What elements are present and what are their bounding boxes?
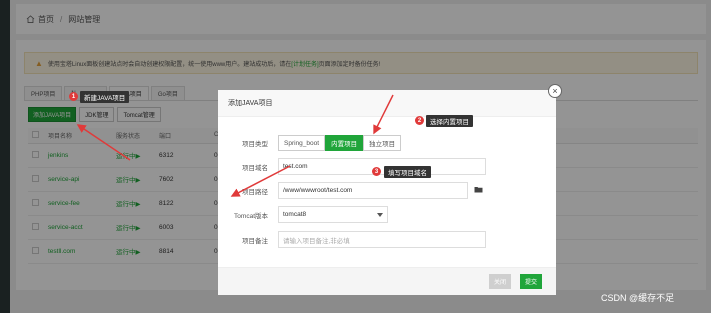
project-remark-label: 项目备注 (242, 237, 268, 245)
project-type-row: 项目类型 Spring_boot 内置项目 独立项目 (218, 135, 402, 151)
project-domain-label: 项目域名 (242, 164, 268, 172)
project-type-label: 项目类型 (242, 141, 268, 148)
annotation-badge-3: 3 (372, 167, 381, 176)
project-path-label: 项目路径 (242, 188, 268, 196)
project-remark-input[interactable]: 请输入项目备注,非必填 (278, 231, 486, 248)
dialog-footer: 关闭 提交 (218, 267, 556, 295)
project-remark-row: 项目备注 请输入项目备注,非必填 (218, 231, 486, 248)
chevron-down-icon (377, 212, 383, 217)
tomcat-version-row: Tomcat版本 tomcat8 (218, 206, 388, 223)
project-type-builtin[interactable]: 内置项目 (325, 135, 364, 151)
tomcat-version-label: Tomcat版本 (234, 212, 268, 220)
annotation-label-1: 新建JAVA项目 (80, 91, 130, 103)
annotation-badge-2: 2 (415, 116, 424, 125)
folder-icon[interactable] (474, 186, 483, 195)
project-type-springboot[interactable]: Spring_boot (278, 135, 326, 151)
annotation-badge-1: 1 (69, 92, 78, 101)
annotation-label-2: 选择内置项目 (426, 115, 473, 127)
close-button[interactable]: 关闭 (489, 274, 512, 289)
submit-button[interactable]: 提交 (520, 274, 543, 289)
project-type-selector: Spring_boot 内置项目 独立项目 (278, 135, 402, 151)
tomcat-version-value: tomcat8 (283, 211, 307, 218)
watermark: CSDN @缓存不足 (601, 293, 675, 303)
tomcat-version-select[interactable]: tomcat8 (278, 206, 388, 223)
project-path-input[interactable]: /www/wwwroot/test.com (278, 182, 468, 199)
project-domain-row: 项目域名 test.com (218, 158, 486, 175)
project-type-standalone[interactable]: 独立项目 (363, 135, 402, 151)
dialog-header: 添加JAVA项目 (218, 90, 556, 117)
dialog-title: 添加JAVA项目 (228, 100, 273, 107)
annotation-label-3: 填写项目域名 (384, 166, 431, 178)
close-icon[interactable]: × (548, 84, 562, 98)
project-domain-input[interactable]: test.com (278, 158, 486, 175)
project-path-row: 项目路径 /www/wwwroot/test.com (218, 182, 483, 199)
add-java-project-dialog: 添加JAVA项目 × 项目类型 Spring_boot 内置项目 独立项目 项目… (218, 84, 562, 295)
